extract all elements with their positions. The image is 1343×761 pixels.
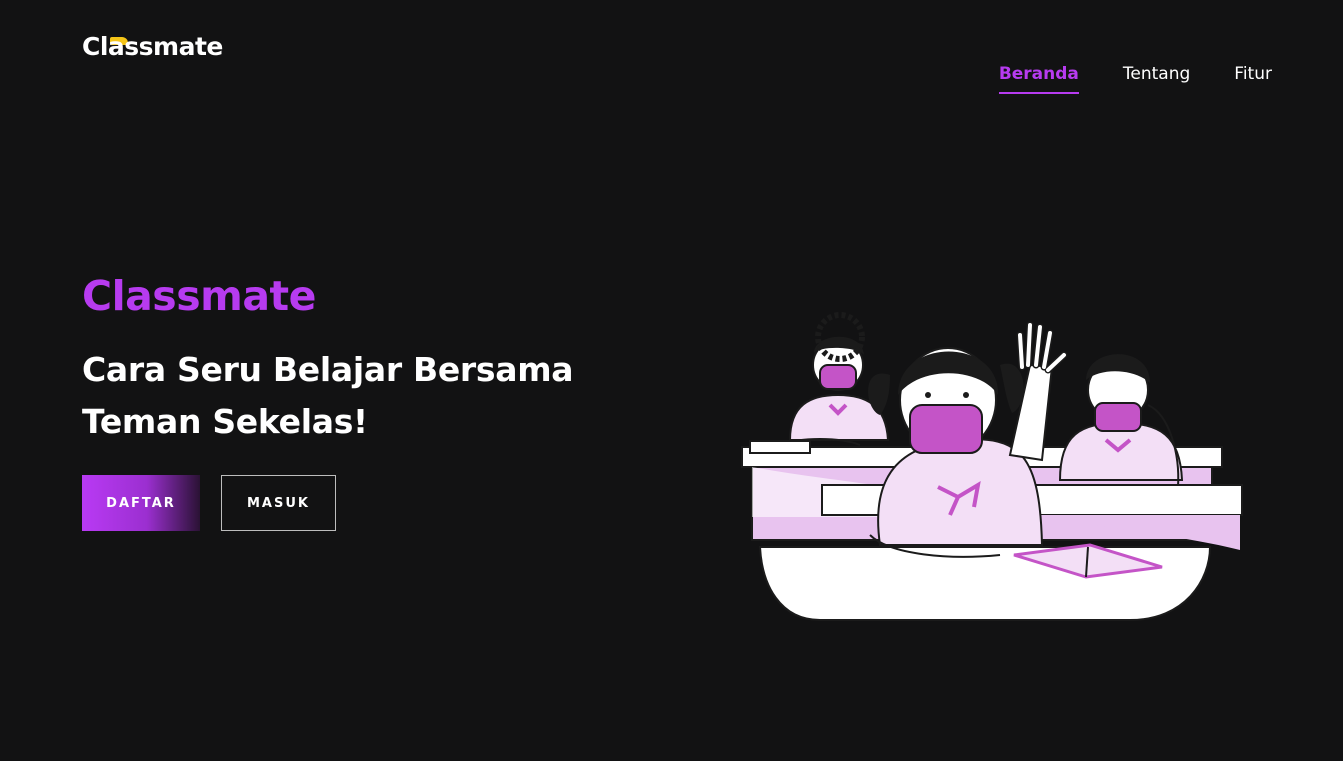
nav-fitur[interactable]: Fitur: [1234, 64, 1272, 94]
logo[interactable]: Classmate: [82, 32, 223, 61]
students-in-classroom-illustration: [741, 312, 1243, 621]
main-nav: Beranda Tentang Fitur: [998, 64, 1272, 94]
hero-subtitle: Cara Seru Belajar Bersama Teman Sekelas!: [82, 344, 642, 448]
student-left: [749, 312, 890, 454]
hero-subtitle-line-1: Cara Seru Belajar Bersama: [82, 350, 574, 389]
masuk-button[interactable]: MASUK: [221, 475, 336, 531]
nav-beranda[interactable]: Beranda: [998, 64, 1079, 94]
hero-title: Classmate: [82, 272, 316, 320]
nav-tentang[interactable]: Tentang: [1123, 64, 1190, 94]
logo-text: Classmate: [82, 32, 223, 61]
hero-subtitle-line-2: Teman Sekelas!: [82, 402, 368, 441]
daftar-button[interactable]: DAFTAR: [82, 475, 200, 531]
